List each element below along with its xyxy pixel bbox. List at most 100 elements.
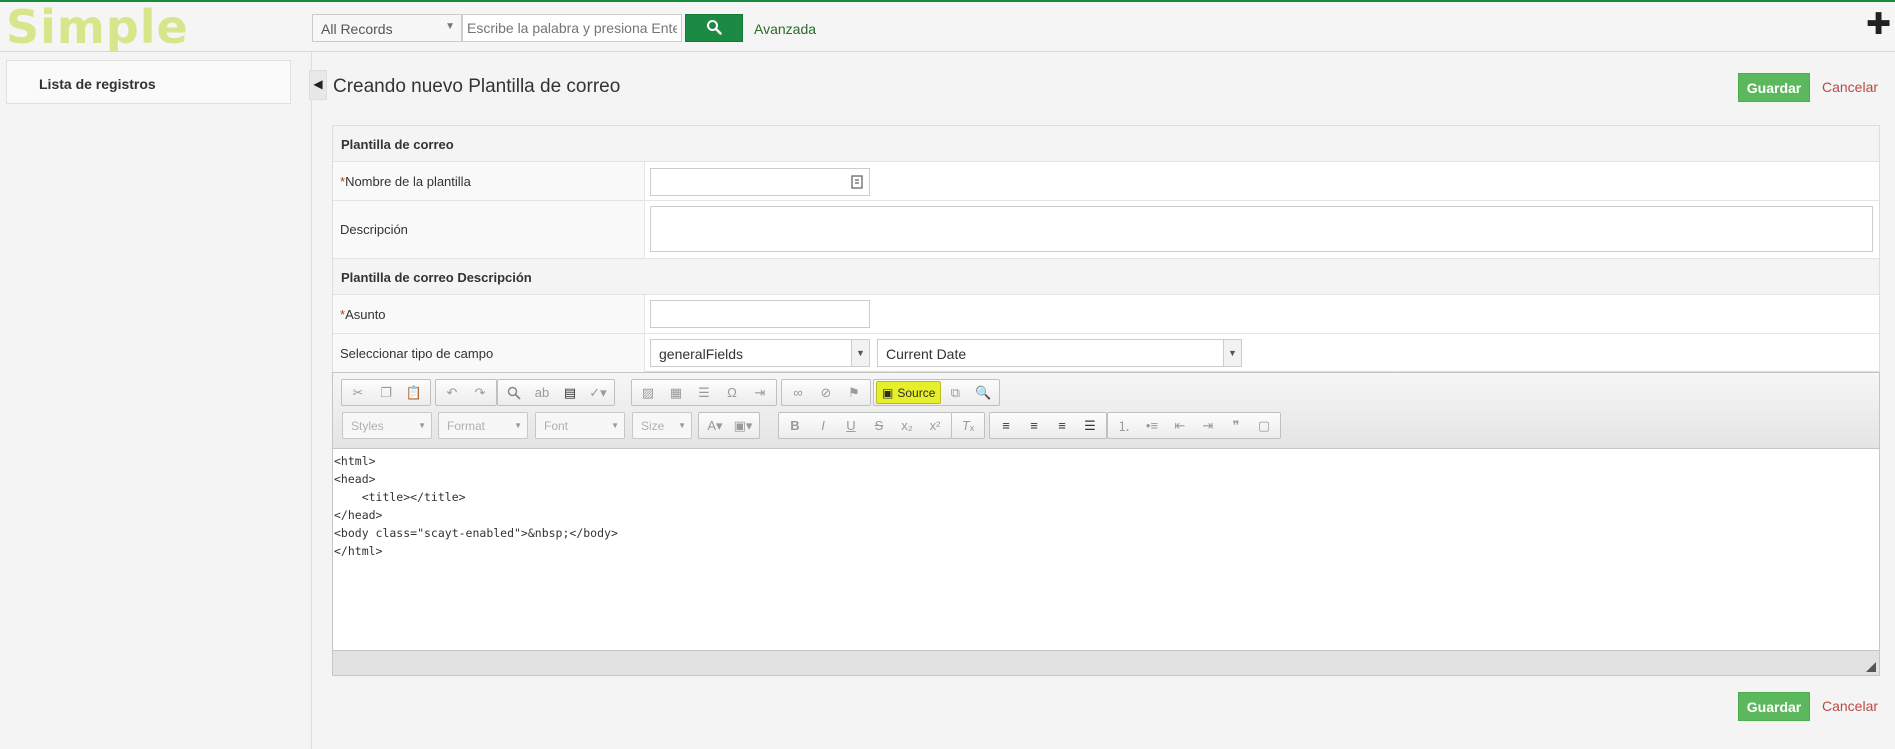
align-right-icon[interactable]: ≡ [1048, 414, 1076, 437]
underline-icon[interactable]: U [837, 414, 865, 437]
page-title: Creando nuevo Plantilla de correo [333, 76, 621, 97]
template-name-label-text: Nombre de la plantilla [345, 173, 471, 189]
toolbar-group-clear: Tₓ [951, 412, 985, 439]
replace-icon[interactable]: ab [528, 381, 556, 404]
section-header-template: Plantilla de correo [333, 126, 1879, 162]
subject-row [645, 295, 1879, 334]
field-select[interactable]: Current Date ▼ [877, 339, 1242, 367]
italic-icon[interactable]: I [809, 414, 837, 437]
field-type-select-value: generalFields [659, 346, 744, 362]
find-icon[interactable] [500, 381, 528, 404]
chevron-left-icon: ◀ [313, 77, 323, 91]
image-icon[interactable]: ▨ [634, 381, 662, 404]
spellcheck-icon[interactable]: ✓▾ [584, 381, 612, 404]
cancel-button-top[interactable]: Cancelar [1822, 79, 1878, 95]
font-combo[interactable]: Font ▼ [535, 412, 625, 439]
source-icon: ▣ [882, 385, 894, 400]
size-combo[interactable]: Size ▼ [632, 412, 692, 439]
anchor-flag-icon[interactable]: ⚑ [840, 381, 868, 404]
blockquote-icon[interactable]: ❞ [1222, 414, 1250, 437]
font-combo-label: Font [544, 419, 569, 433]
template-name-label: * Nombre de la plantilla [333, 162, 645, 201]
template-name-row [645, 162, 1879, 201]
template-name-input[interactable] [650, 168, 870, 196]
editor-toolbar: ✂ ❐ 📋 ↶ ↷ ab ▤ ✓▾ ▨ ▦ ☰ Ω ⇥ ∞ ⊘ ⚑ ▣ Sour… [333, 373, 1879, 449]
unlink-icon[interactable]: ⊘ [812, 381, 840, 404]
horizontal-line-icon[interactable]: ☰ [690, 381, 718, 404]
templates-icon[interactable]: ⧉ [941, 381, 969, 404]
chevron-down-icon: ▼ [1223, 340, 1241, 366]
superscript-icon[interactable]: x² [921, 414, 949, 437]
align-center-icon[interactable]: ≡ [1020, 414, 1048, 437]
table-icon[interactable]: ▦ [662, 381, 690, 404]
subject-label: * Asunto [333, 295, 645, 334]
format-combo-label: Format [447, 419, 486, 433]
top-navbar: Simple All Records ▼ Avanzada ✚ [0, 0, 1895, 54]
plus-icon[interactable]: ✚ [1866, 10, 1891, 40]
toolbar-group-insert: ▨ ▦ ☰ Ω ⇥ [631, 379, 777, 406]
undo-icon[interactable]: ↶ [438, 381, 466, 404]
search-input[interactable] [462, 14, 682, 42]
editor-source-area[interactable]: <html> <head> <title></title> </head> <b… [333, 449, 1879, 651]
preview-icon[interactable]: 🔍 [969, 381, 997, 404]
copy-icon[interactable]: ❐ [372, 381, 400, 404]
remove-format-icon[interactable]: Tₓ [954, 414, 982, 437]
chevron-down-icon: ▼ [418, 421, 426, 430]
field-type-row: generalFields ▼ Current Date ▼ [645, 334, 1879, 373]
sidebar: Lista de registros [0, 52, 312, 749]
outdent-icon[interactable]: ⇤ [1166, 414, 1194, 437]
div-container-icon[interactable]: ▢ [1250, 414, 1278, 437]
special-char-icon[interactable]: Ω [718, 381, 746, 404]
toolbar-group-link: ∞ ⊘ ⚑ [781, 379, 871, 406]
bulleted-list-icon[interactable]: •≡ [1138, 414, 1166, 437]
chevron-down-icon: ▼ [851, 340, 869, 366]
rich-text-editor: ✂ ❐ 📋 ↶ ↷ ab ▤ ✓▾ ▨ ▦ ☰ Ω ⇥ ∞ ⊘ ⚑ ▣ Sour… [332, 372, 1880, 676]
cancel-button-bottom[interactable]: Cancelar [1822, 698, 1878, 714]
chevron-down-icon: ▼ [445, 21, 455, 32]
save-button-bottom[interactable]: Guardar [1738, 692, 1810, 721]
numbered-list-icon[interactable]: ⒈ [1110, 414, 1138, 437]
strikethrough-icon[interactable]: S [865, 414, 893, 437]
collapse-sidebar-button[interactable]: ◀ [309, 70, 327, 100]
format-combo[interactable]: Format ▼ [438, 412, 528, 439]
toolbar-group-source: ▣ Source ⧉ 🔍 [873, 379, 1001, 406]
field-type-select[interactable]: generalFields ▼ [650, 339, 870, 367]
field-type-label: Seleccionar tipo de campo [333, 334, 645, 373]
redo-icon[interactable]: ↷ [466, 381, 494, 404]
paste-icon[interactable]: 📋 [400, 381, 428, 404]
sidebar-item-record-list[interactable]: Lista de registros [39, 76, 156, 92]
module-select[interactable]: All Records ▼ [312, 14, 462, 42]
template-form: Plantilla de correo * Nombre de la plant… [332, 125, 1880, 373]
description-textarea[interactable] [650, 206, 1873, 252]
resize-handle-icon[interactable] [1866, 662, 1876, 672]
select-all-icon[interactable]: ▤ [556, 381, 584, 404]
indent-icon[interactable]: ⇥ [1194, 414, 1222, 437]
text-color-icon[interactable]: A▾ [701, 414, 729, 437]
editor-footer [333, 650, 1879, 675]
chevron-down-icon: ▼ [678, 421, 686, 430]
cut-icon[interactable]: ✂ [344, 381, 372, 404]
section-header-description: Plantilla de correo Descripción [333, 259, 1879, 295]
align-justify-icon[interactable]: ☰ [1076, 414, 1104, 437]
toolbar-group-colors: A▾ ▣▾ [698, 412, 760, 439]
field-select-value: Current Date [886, 346, 967, 362]
source-button[interactable]: ▣ Source [876, 381, 942, 404]
subject-input[interactable] [650, 300, 870, 328]
page-break-icon[interactable]: ⇥ [746, 381, 774, 404]
search-button[interactable] [685, 14, 743, 42]
source-button-label: Source [897, 385, 936, 400]
toolbar-group-find: ab ▤ ✓▾ [497, 379, 615, 406]
app-logo[interactable]: Simple [6, 0, 189, 54]
save-button-top[interactable]: Guardar [1738, 73, 1810, 102]
background-color-icon[interactable]: ▣▾ [729, 414, 757, 437]
styles-combo[interactable]: Styles ▼ [342, 412, 432, 439]
advanced-search-link[interactable]: Avanzada [754, 21, 816, 37]
description-label: Descripción [333, 201, 645, 259]
toolbar-group-undo: ↶ ↷ [435, 379, 497, 406]
align-left-icon[interactable]: ≡ [992, 414, 1020, 437]
subject-label-text: Asunto [345, 306, 386, 322]
search-icon [707, 20, 722, 35]
link-icon[interactable]: ∞ [784, 381, 812, 404]
subscript-icon[interactable]: x₂ [893, 414, 921, 437]
bold-icon[interactable]: B [781, 414, 809, 437]
